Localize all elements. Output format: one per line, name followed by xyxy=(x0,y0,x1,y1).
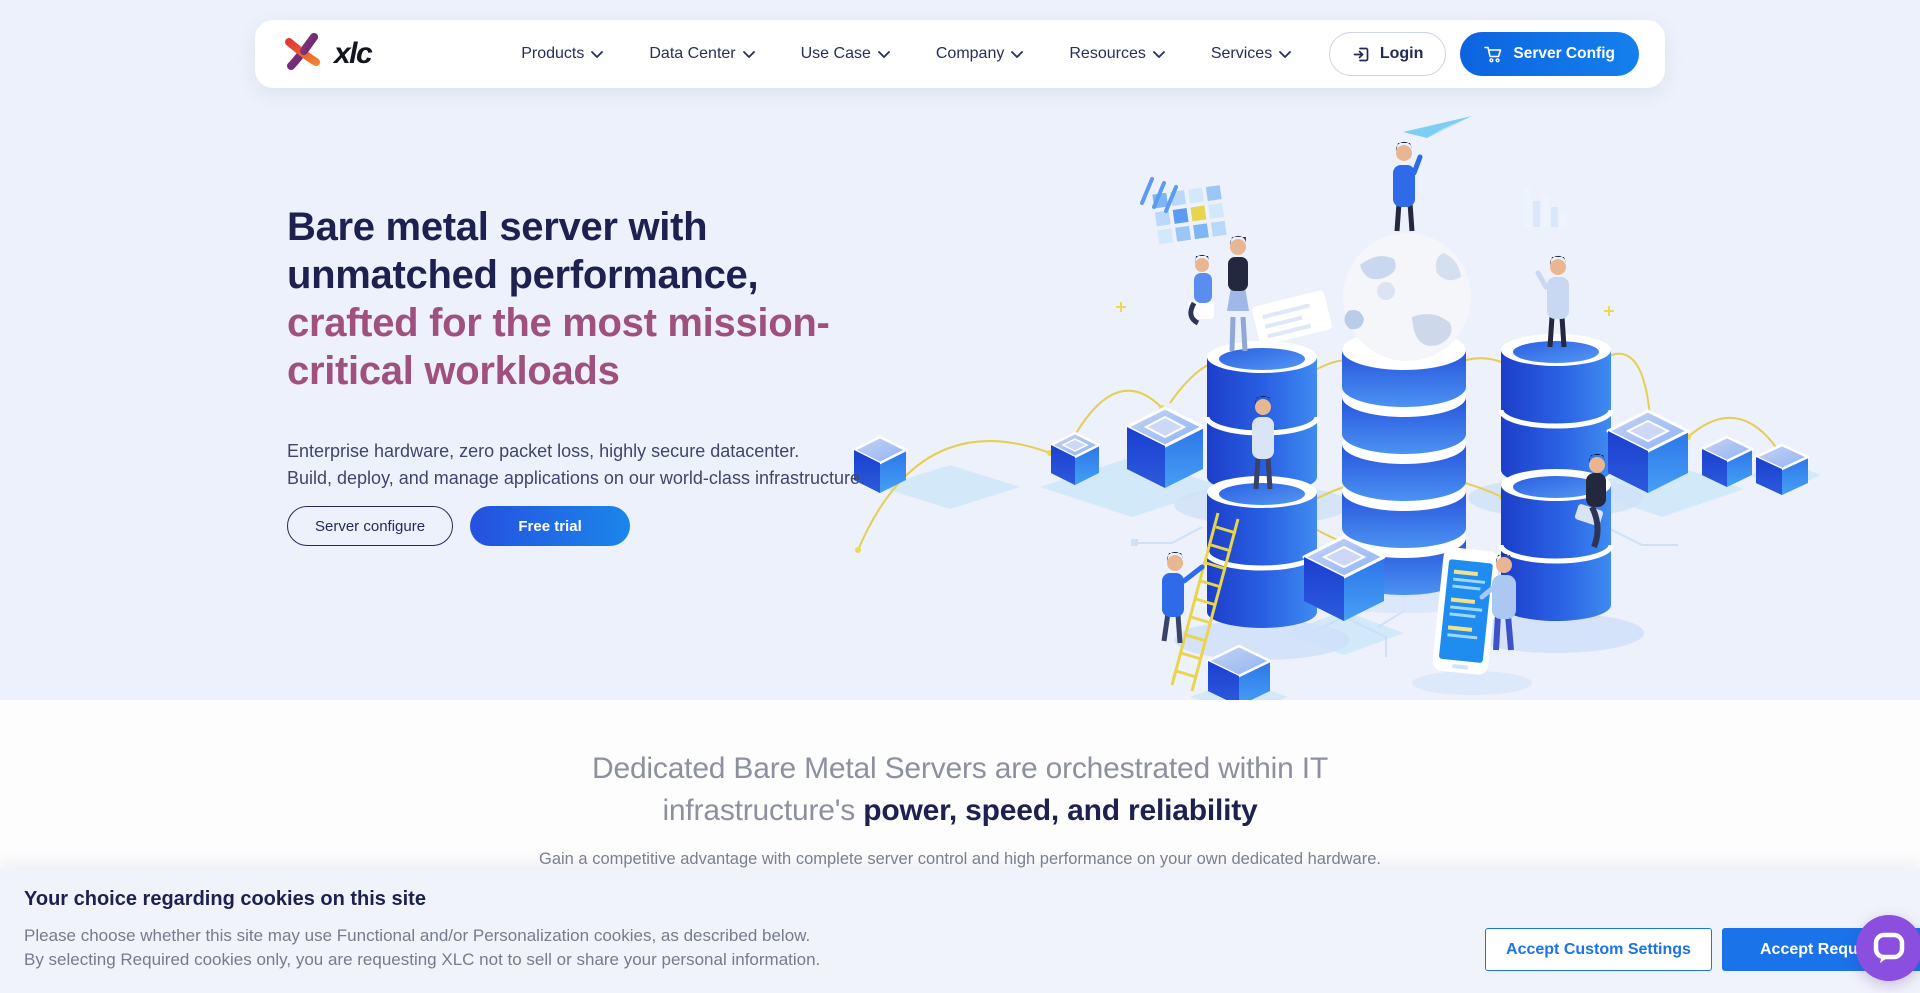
navbar: xlc Products Data Center Use Case Compan… xyxy=(255,20,1665,88)
datacenter-illustration xyxy=(850,105,1820,700)
section-heading-gray-1: Dedicated Bare Metal Servers are orchest… xyxy=(592,752,1328,785)
nav-item-resources[interactable]: Resources xyxy=(1069,45,1164,63)
server-config-button[interactable]: Server Config xyxy=(1460,32,1639,76)
section-heading-bold: power, speed, and reliability xyxy=(863,794,1257,827)
globe xyxy=(1343,233,1471,361)
chevron-down-icon xyxy=(743,51,755,58)
logo[interactable]: xlc xyxy=(281,31,371,78)
logo-text: xlc xyxy=(334,37,371,71)
login-icon xyxy=(1352,45,1371,64)
section-heading-gray-2: infrastructure's xyxy=(662,794,863,827)
nav-menu: Products Data Center Use Case Company Re… xyxy=(521,45,1291,63)
hero-section: xlc Products Data Center Use Case Compan… xyxy=(0,0,1920,700)
person-upper-left-sitting xyxy=(1188,255,1214,323)
hero-title: Bare metal server with unmatched perform… xyxy=(287,203,907,395)
nav-item-company[interactable]: Company xyxy=(936,45,1023,63)
server-cylinder-upper-left xyxy=(1207,341,1317,493)
cube-far-right xyxy=(1756,445,1808,495)
nav-item-use-case[interactable]: Use Case xyxy=(801,45,890,63)
hero-title-line1: Bare metal server with xyxy=(287,203,907,251)
chevron-down-icon xyxy=(1153,51,1165,58)
person-on-globe xyxy=(1393,142,1420,231)
hero-title-line3: crafted for the most mission- xyxy=(287,299,907,347)
flag-icon xyxy=(1403,116,1472,138)
nav-actions: Login Server Config xyxy=(1329,32,1639,76)
cookie-banner-title: Your choice regarding cookies on this si… xyxy=(24,888,1920,911)
server-configure-button[interactable]: Server configure xyxy=(287,506,453,546)
nav-item-data-center[interactable]: Data Center xyxy=(649,45,754,63)
hero-subtitle: Enterprise hardware, zero packet loss, h… xyxy=(287,438,907,492)
chevron-down-icon xyxy=(1279,51,1291,58)
floating-card xyxy=(1251,290,1332,347)
server-cylinder-lower-left xyxy=(1207,476,1317,628)
free-trial-button[interactable]: Free trial xyxy=(470,506,630,546)
cart-icon xyxy=(1484,46,1503,63)
hero-cta-row: Server configure Free trial xyxy=(287,506,907,546)
bar-chart-panel xyxy=(1524,187,1567,227)
nav-item-services[interactable]: Services xyxy=(1211,45,1291,63)
chevron-down-icon xyxy=(878,51,890,58)
chevron-down-icon xyxy=(1011,51,1023,58)
hero-title-line2: unmatched performance, xyxy=(287,251,907,299)
nav-item-products[interactable]: Products xyxy=(521,45,603,63)
hero-title-line4: critical workloads xyxy=(287,347,907,395)
accept-custom-settings-button[interactable]: Accept Custom Settings xyxy=(1485,928,1712,971)
person-upper-left-standing xyxy=(1227,236,1249,351)
hero-copy: Bare metal server with unmatched perform… xyxy=(287,203,907,546)
person-upper-right xyxy=(1538,256,1569,347)
chevron-down-icon xyxy=(591,51,603,58)
chat-bubble-icon xyxy=(1872,931,1906,965)
chat-widget-button[interactable] xyxy=(1856,915,1920,981)
section-heading: Dedicated Bare Metal Servers are orchest… xyxy=(410,748,1510,832)
section-subtext: Gain a competitive advantage with comple… xyxy=(0,850,1920,869)
cookie-banner: Your choice regarding cookies on this si… xyxy=(0,868,1920,993)
floating-tile-panel xyxy=(1152,185,1226,244)
xlc-logo-icon xyxy=(281,31,325,78)
login-button[interactable]: Login xyxy=(1329,32,1447,76)
hero-illustration xyxy=(850,105,1820,700)
